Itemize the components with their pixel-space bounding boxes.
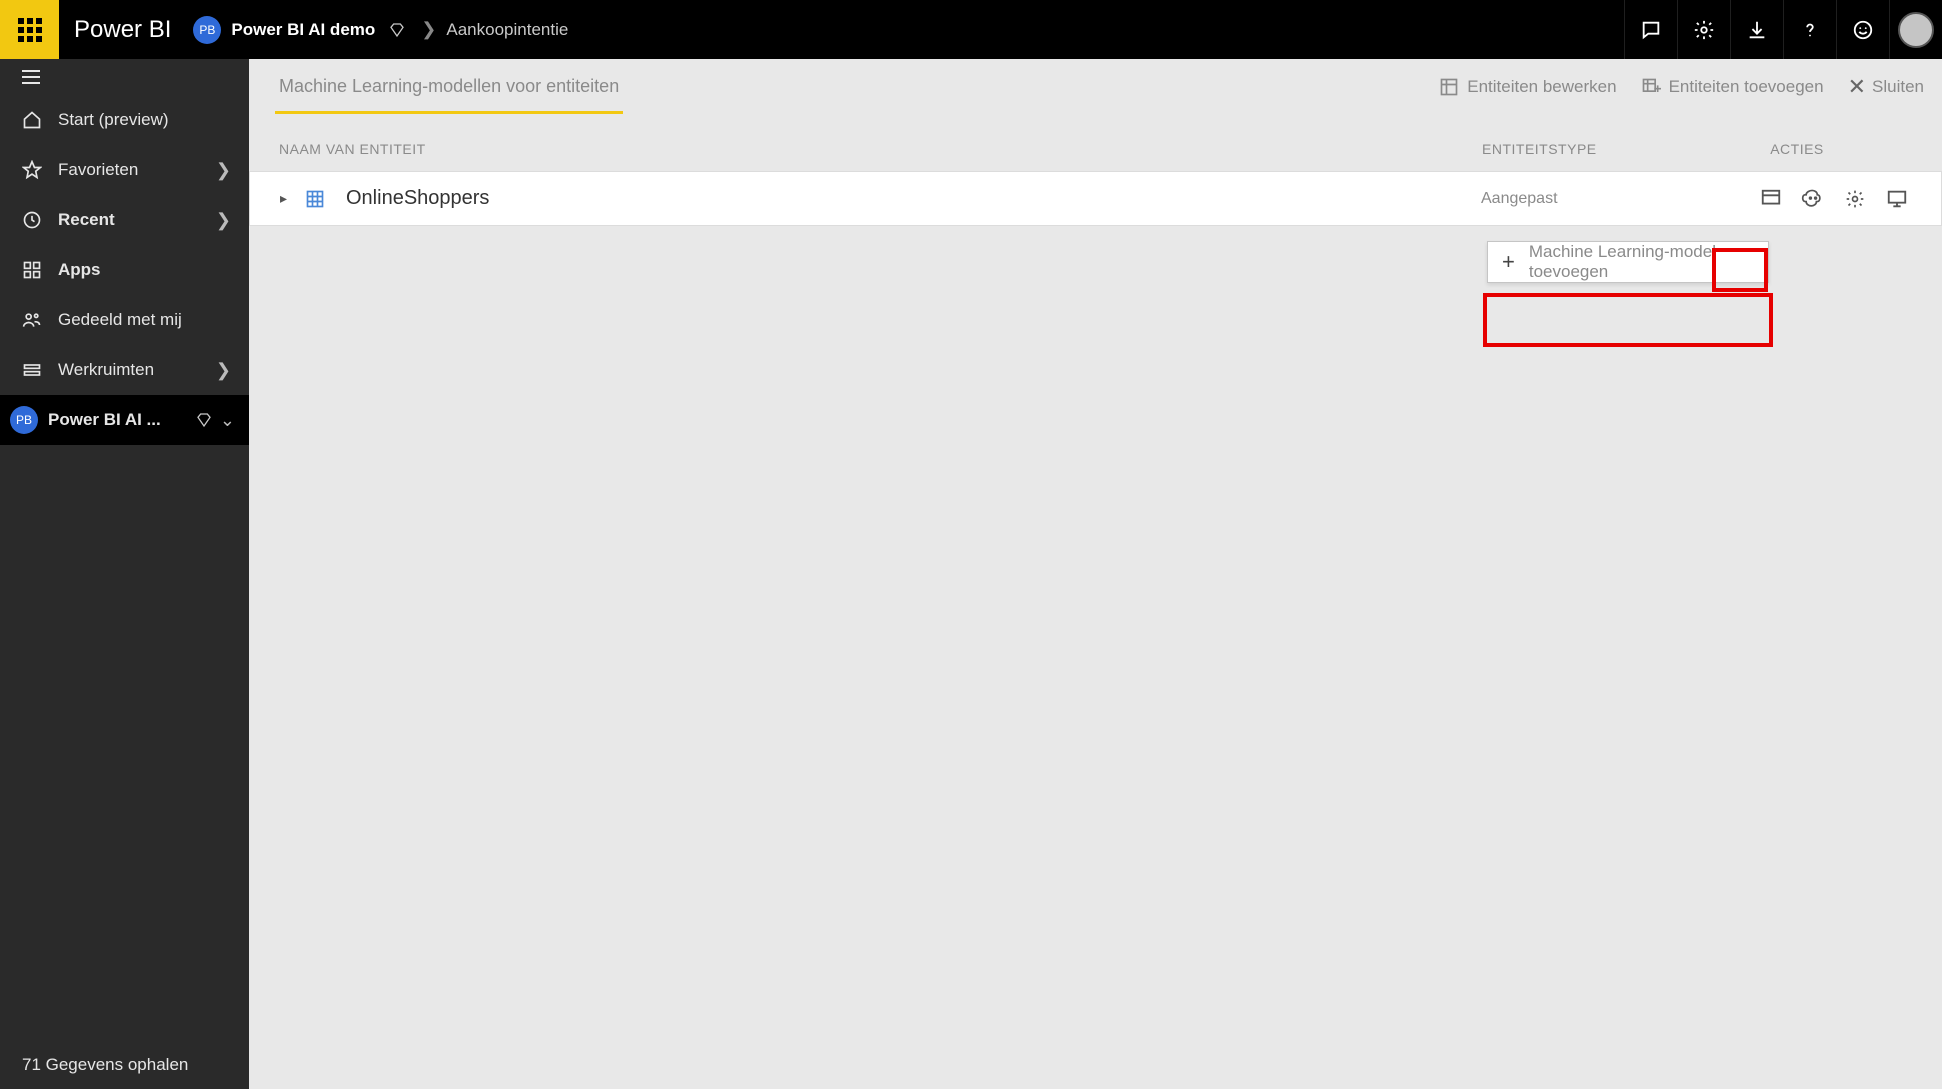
clock-icon <box>20 210 44 230</box>
topbar: Power BI PB Power BI AI demo ❯ Aankoopin… <box>0 0 1942 59</box>
add-ml-model-flyout[interactable]: + Machine Learning-model toevoegen <box>1487 241 1769 283</box>
user-avatar[interactable] <box>1889 0 1942 59</box>
entity-toolbar: Machine Learning-modellen voor entiteite… <box>249 59 1942 115</box>
sidebar-item-label: Apps <box>58 260 231 280</box>
sidebar: Start (preview) Favorieten ❯ Recent ❯ Ap… <box>0 59 249 1089</box>
entity-name[interactable]: OnlineShoppers <box>346 187 1481 210</box>
close-icon: ✕ <box>1848 74 1866 100</box>
help-icon[interactable] <box>1783 0 1836 59</box>
chevron-right-icon: ❯ <box>216 360 231 381</box>
topbar-icons <box>1624 0 1942 59</box>
entity-monitor-action[interactable] <box>1883 185 1911 213</box>
get-data-link[interactable]: 71 Gegevens ophalen <box>0 1041 249 1089</box>
sidebar-item-label: Recent <box>58 210 216 230</box>
premium-diamond-icon <box>196 412 212 428</box>
edit-entities-button[interactable]: Entiteiten bewerken <box>1439 77 1616 97</box>
sidebar-item-shared[interactable]: Gedeeld met mij <box>0 295 249 345</box>
breadcrumb-page[interactable]: Aankoopintentie <box>446 20 568 40</box>
settings-gear-icon[interactable] <box>1677 0 1730 59</box>
entity-type: Aangepast <box>1481 190 1711 208</box>
sidebar-item-recent[interactable]: Recent ❯ <box>0 195 249 245</box>
sidebar-item-label: Werkruimten <box>58 360 216 380</box>
hamburger-icon <box>22 70 40 84</box>
chat-icon[interactable] <box>1624 0 1677 59</box>
app-title: Power BI <box>59 16 193 44</box>
column-header-actions: ACTIES <box>1712 141 1912 157</box>
column-header-name: NAAM VAN ENTITEIT <box>279 141 1482 157</box>
tab-ml-models[interactable]: Machine Learning-modellen voor entiteite… <box>275 60 623 114</box>
table-icon <box>304 189 326 209</box>
active-workspace-label: Power BI AI ... <box>48 410 188 430</box>
expand-entity-button[interactable]: ▸ <box>280 190 294 207</box>
edit-entities-label: Entiteiten bewerken <box>1467 77 1616 97</box>
entity-ml-action[interactable] <box>1799 185 1827 213</box>
download-icon[interactable] <box>1730 0 1783 59</box>
column-header-type: ENTITEITSTYPE <box>1482 141 1712 157</box>
add-ml-model-label: Machine Learning-model toevoegen <box>1529 242 1752 282</box>
apps-grid-icon <box>20 260 44 280</box>
entity-row: ▸ OnlineShoppers Aangepast <box>249 171 1942 226</box>
entity-settings-action[interactable] <box>1841 185 1869 213</box>
main-content: Machine Learning-modellen voor entiteite… <box>249 59 1942 1089</box>
feedback-smile-icon[interactable] <box>1836 0 1889 59</box>
workspace-chip-icon: PB <box>193 16 221 44</box>
close-label: Sluiten <box>1872 77 1924 97</box>
close-button[interactable]: ✕ Sluiten <box>1848 74 1924 100</box>
waffle-icon <box>18 18 42 42</box>
chevron-right-icon: ❯ <box>216 160 231 181</box>
star-icon <box>20 160 44 180</box>
add-entities-button[interactable]: Entiteiten toevoegen <box>1641 77 1824 97</box>
sidebar-item-favorites[interactable]: Favorieten ❯ <box>0 145 249 195</box>
plus-icon: + <box>1502 249 1515 275</box>
entity-actions <box>1711 185 1911 213</box>
sidebar-item-start[interactable]: Start (preview) <box>0 95 249 145</box>
annotation-highlight-flyout <box>1483 293 1773 347</box>
table-header: NAAM VAN ENTITEIT ENTITEITSTYPE ACTIES <box>249 115 1942 171</box>
premium-diamond-icon <box>389 22 405 38</box>
workspace-stack-icon <box>20 360 44 380</box>
sidebar-item-workspaces[interactable]: Werkruimten ❯ <box>0 345 249 395</box>
home-icon <box>20 110 44 130</box>
sidebar-collapse-button[interactable] <box>0 59 249 95</box>
breadcrumb-separator: ❯ <box>421 19 436 40</box>
sidebar-item-apps[interactable]: Apps <box>0 245 249 295</box>
shared-icon <box>20 310 44 330</box>
app-launcher[interactable] <box>0 0 59 59</box>
add-entities-label: Entiteiten toevoegen <box>1669 77 1824 97</box>
entity-edit-action[interactable] <box>1757 185 1785 213</box>
chevron-right-icon: ❯ <box>216 210 231 231</box>
sidebar-item-label: Favorieten <box>58 160 216 180</box>
chevron-down-icon: ⌄ <box>220 410 235 431</box>
breadcrumb: Power BI AI demo ❯ Aankoopintentie <box>231 19 568 40</box>
sidebar-item-label: Gedeeld met mij <box>58 310 231 330</box>
avatar-icon <box>1898 12 1934 48</box>
workspace-chip-icon: PB <box>10 406 38 434</box>
sidebar-item-label: Start (preview) <box>58 110 231 130</box>
breadcrumb-workspace[interactable]: Power BI AI demo <box>231 20 375 40</box>
active-workspace-row[interactable]: PB Power BI AI ... ⌄ <box>0 395 249 445</box>
